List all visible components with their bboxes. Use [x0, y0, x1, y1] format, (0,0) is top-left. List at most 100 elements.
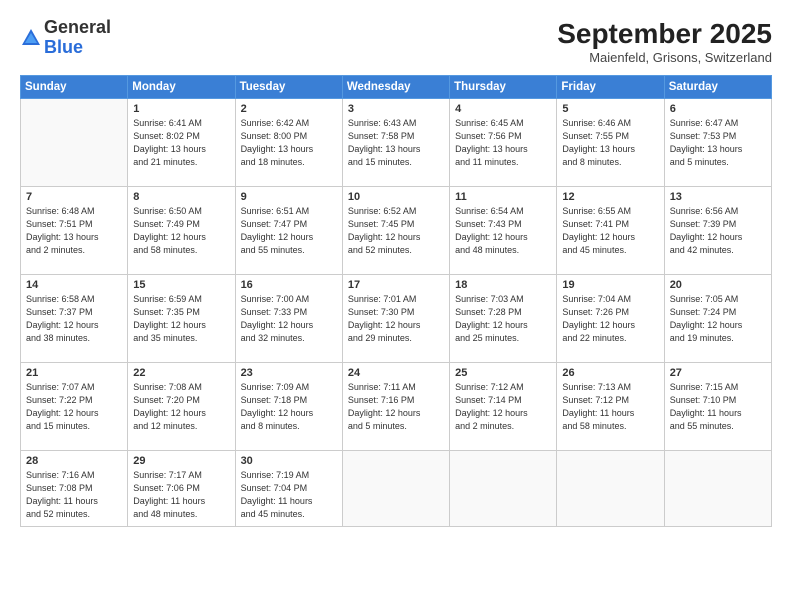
- calendar-cell: 3 Sunrise: 6:43 AM Sunset: 7:58 PM Daylig…: [342, 99, 449, 187]
- logo: General Blue: [20, 18, 111, 58]
- day-number: 20: [670, 279, 766, 291]
- calendar-cell: 7 Sunrise: 6:48 AM Sunset: 7:51 PM Daylig…: [21, 187, 128, 275]
- day-info: Sunrise: 6:59 AM Sunset: 7:35 PM Dayligh…: [133, 293, 229, 345]
- calendar-cell: 12 Sunrise: 6:55 AM Sunset: 7:41 PM Dayli…: [557, 187, 664, 275]
- day-info: Sunrise: 7:03 AM Sunset: 7:28 PM Dayligh…: [455, 293, 551, 345]
- day-number: 8: [133, 191, 229, 203]
- day-number: 1: [133, 103, 229, 115]
- calendar-cell: 26 Sunrise: 7:13 AM Sunset: 7:12 PM Dayli…: [557, 363, 664, 451]
- weekday-header: Wednesday: [342, 76, 449, 99]
- calendar-cell: 8 Sunrise: 6:50 AM Sunset: 7:49 PM Daylig…: [128, 187, 235, 275]
- day-number: 4: [455, 103, 551, 115]
- day-info: Sunrise: 7:04 AM Sunset: 7:26 PM Dayligh…: [562, 293, 658, 345]
- calendar-cell: 22 Sunrise: 7:08 AM Sunset: 7:20 PM Dayli…: [128, 363, 235, 451]
- day-number: 21: [26, 367, 122, 379]
- day-number: 25: [455, 367, 551, 379]
- day-number: 12: [562, 191, 658, 203]
- calendar-cell: 15 Sunrise: 6:59 AM Sunset: 7:35 PM Dayli…: [128, 275, 235, 363]
- day-number: 7: [26, 191, 122, 203]
- calendar-week-row: 14Sunrise: 6:58 AM Sunset: 7:37 PM Dayli…: [21, 275, 772, 363]
- calendar-cell: 27Sunrise: 7:15 AM Sunset: 7:10 PM Dayli…: [664, 363, 771, 451]
- day-number: 5: [562, 103, 658, 115]
- day-info: Sunrise: 7:07 AM Sunset: 7:22 PM Dayligh…: [26, 381, 122, 433]
- weekday-header: Thursday: [450, 76, 557, 99]
- day-info: Sunrise: 6:56 AM Sunset: 7:39 PM Dayligh…: [670, 205, 766, 257]
- day-number: 24: [348, 367, 444, 379]
- day-number: 3: [348, 103, 444, 115]
- day-number: 28: [26, 455, 122, 467]
- weekday-header: Tuesday: [235, 76, 342, 99]
- day-number: 17: [348, 279, 444, 291]
- day-number: 2: [241, 103, 337, 115]
- calendar-cell: 18 Sunrise: 7:03 AM Sunset: 7:28 PM Dayli…: [450, 275, 557, 363]
- calendar-cell: 13 Sunrise: 6:56 AM Sunset: 7:39 PM Dayli…: [664, 187, 771, 275]
- day-number: 16: [241, 279, 337, 291]
- logo-general: General: [44, 17, 111, 37]
- day-info: Sunrise: 7:01 AM Sunset: 7:30 PM Dayligh…: [348, 293, 444, 345]
- day-number: 26: [562, 367, 658, 379]
- calendar-cell: 25 Sunrise: 7:12 AM Sunset: 7:14 PM Dayli…: [450, 363, 557, 451]
- weekday-header: Friday: [557, 76, 664, 99]
- day-info: Sunrise: 6:51 AM Sunset: 7:47 PM Dayligh…: [241, 205, 337, 257]
- day-number: 23: [241, 367, 337, 379]
- calendar-cell: 21 Sunrise: 7:07 AM Sunset: 7:22 PM Dayli…: [21, 363, 128, 451]
- calendar-cell: 20Sunrise: 7:05 AM Sunset: 7:24 PM Dayli…: [664, 275, 771, 363]
- title-block: September 2025 Maienfeld, Grisons, Switz…: [557, 18, 772, 65]
- calendar-cell: [664, 451, 771, 527]
- day-number: 22: [133, 367, 229, 379]
- calendar-cell: [557, 451, 664, 527]
- day-info: Sunrise: 7:16 AM Sunset: 7:08 PM Dayligh…: [26, 469, 122, 521]
- calendar-week-row: 1 Sunrise: 6:41 AM Sunset: 8:02 PM Daylig…: [21, 99, 772, 187]
- calendar-cell: 29Sunrise: 7:17 AM Sunset: 7:06 PM Dayli…: [128, 451, 235, 527]
- day-info: Sunrise: 6:46 AM Sunset: 7:55 PM Dayligh…: [562, 117, 658, 169]
- weekday-header: Sunday: [21, 76, 128, 99]
- calendar-week-row: 28 Sunrise: 7:16 AM Sunset: 7:08 PM Dayli…: [21, 451, 772, 527]
- day-info: Sunrise: 7:09 AM Sunset: 7:18 PM Dayligh…: [241, 381, 337, 433]
- calendar-cell: 30 Sunrise: 7:19 AM Sunset: 7:04 PM Dayli…: [235, 451, 342, 527]
- month-title: September 2025: [557, 18, 772, 50]
- weekday-header: Saturday: [664, 76, 771, 99]
- logo-icon: [20, 27, 42, 49]
- calendar-cell: 9Sunrise: 6:51 AM Sunset: 7:47 PM Daylig…: [235, 187, 342, 275]
- calendar-cell: 10 Sunrise: 6:52 AM Sunset: 7:45 PM Dayli…: [342, 187, 449, 275]
- day-number: 30: [241, 455, 337, 467]
- day-info: Sunrise: 6:43 AM Sunset: 7:58 PM Dayligh…: [348, 117, 444, 169]
- day-info: Sunrise: 6:41 AM Sunset: 8:02 PM Dayligh…: [133, 117, 229, 169]
- day-info: Sunrise: 7:11 AM Sunset: 7:16 PM Dayligh…: [348, 381, 444, 433]
- day-info: Sunrise: 6:42 AM Sunset: 8:00 PM Dayligh…: [241, 117, 337, 169]
- page-header: General Blue September 2025 Maienfeld, G…: [20, 18, 772, 65]
- day-info: Sunrise: 6:55 AM Sunset: 7:41 PM Dayligh…: [562, 205, 658, 257]
- logo-blue: Blue: [44, 37, 83, 57]
- day-info: Sunrise: 7:08 AM Sunset: 7:20 PM Dayligh…: [133, 381, 229, 433]
- calendar-cell: 23 Sunrise: 7:09 AM Sunset: 7:18 PM Dayli…: [235, 363, 342, 451]
- day-number: 13: [670, 191, 766, 203]
- calendar-cell: 14Sunrise: 6:58 AM Sunset: 7:37 PM Dayli…: [21, 275, 128, 363]
- calendar-cell: 11Sunrise: 6:54 AM Sunset: 7:43 PM Dayli…: [450, 187, 557, 275]
- day-info: Sunrise: 6:48 AM Sunset: 7:51 PM Dayligh…: [26, 205, 122, 257]
- day-info: Sunrise: 7:12 AM Sunset: 7:14 PM Dayligh…: [455, 381, 551, 433]
- day-info: Sunrise: 6:58 AM Sunset: 7:37 PM Dayligh…: [26, 293, 122, 345]
- day-info: Sunrise: 7:19 AM Sunset: 7:04 PM Dayligh…: [241, 469, 337, 521]
- calendar-cell: 28 Sunrise: 7:16 AM Sunset: 7:08 PM Dayli…: [21, 451, 128, 527]
- calendar-table: SundayMondayTuesdayWednesdayThursdayFrid…: [20, 75, 772, 527]
- day-info: Sunrise: 6:50 AM Sunset: 7:49 PM Dayligh…: [133, 205, 229, 257]
- day-info: Sunrise: 6:52 AM Sunset: 7:45 PM Dayligh…: [348, 205, 444, 257]
- day-number: 15: [133, 279, 229, 291]
- day-info: Sunrise: 7:13 AM Sunset: 7:12 PM Dayligh…: [562, 381, 658, 433]
- day-info: Sunrise: 7:00 AM Sunset: 7:33 PM Dayligh…: [241, 293, 337, 345]
- calendar-week-row: 7 Sunrise: 6:48 AM Sunset: 7:51 PM Daylig…: [21, 187, 772, 275]
- day-info: Sunrise: 6:45 AM Sunset: 7:56 PM Dayligh…: [455, 117, 551, 169]
- day-number: 18: [455, 279, 551, 291]
- calendar-cell: 6Sunrise: 6:47 AM Sunset: 7:53 PM Daylig…: [664, 99, 771, 187]
- day-number: 10: [348, 191, 444, 203]
- calendar-cell: 19 Sunrise: 7:04 AM Sunset: 7:26 PM Dayli…: [557, 275, 664, 363]
- calendar-week-row: 21 Sunrise: 7:07 AM Sunset: 7:22 PM Dayli…: [21, 363, 772, 451]
- day-info: Sunrise: 6:54 AM Sunset: 7:43 PM Dayligh…: [455, 205, 551, 257]
- weekday-header-row: SundayMondayTuesdayWednesdayThursdayFrid…: [21, 76, 772, 99]
- day-number: 29: [133, 455, 229, 467]
- day-number: 19: [562, 279, 658, 291]
- calendar-cell: [450, 451, 557, 527]
- location: Maienfeld, Grisons, Switzerland: [557, 50, 772, 65]
- calendar-cell: 17 Sunrise: 7:01 AM Sunset: 7:30 PM Dayli…: [342, 275, 449, 363]
- calendar-cell: 4 Sunrise: 6:45 AM Sunset: 7:56 PM Daylig…: [450, 99, 557, 187]
